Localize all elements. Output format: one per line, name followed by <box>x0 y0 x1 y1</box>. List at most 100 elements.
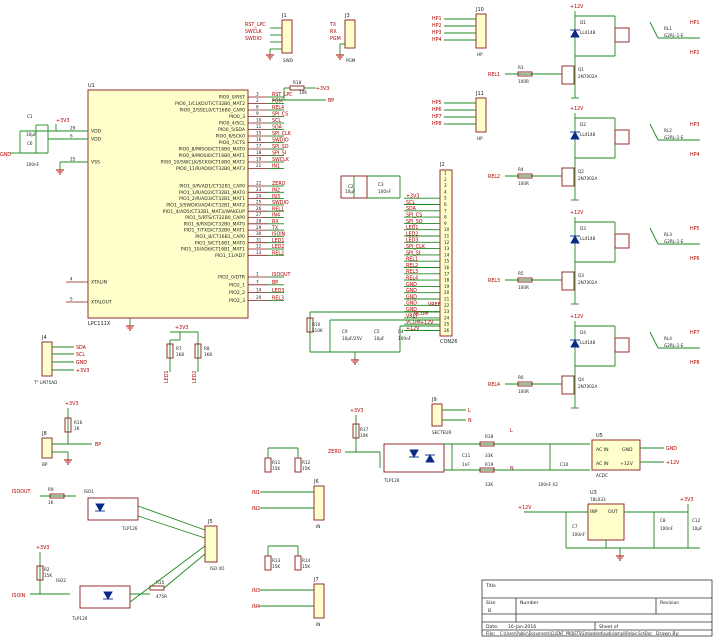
r2-ref: R2 <box>44 567 50 572</box>
relay-hp-a: HP7 <box>690 330 700 336</box>
j2-pin-number: 2 <box>444 177 447 182</box>
input-resistor-b-ref: R12 <box>302 460 311 465</box>
iso2-label: ISO2 <box>56 578 66 583</box>
j2-row-net: SPI_SI <box>406 250 420 256</box>
r9-value: 1K <box>48 500 54 505</box>
relay-diode-icon <box>570 29 580 38</box>
j3-net-pgm: PGM <box>330 36 341 42</box>
j4-ref: J4 <box>41 335 47 341</box>
j11-net-4: HP8 <box>432 121 442 127</box>
u1-right-pin-number: 27 <box>256 212 262 217</box>
decoupling-supply-label: +3V3 <box>56 118 69 124</box>
input-resistor-b-value: 15K <box>302 466 310 471</box>
relay-hp-b: HP6 <box>690 256 700 262</box>
input-resistor-a <box>264 555 272 571</box>
u1-right-net-label: LED3 <box>272 288 284 294</box>
u1-right-net-label: SWCLK <box>272 157 290 163</box>
relay-contact <box>649 21 659 39</box>
j4-name: T° LM75AD <box>33 380 57 385</box>
mains-input: J9 SECTEUR L N L N R18 R19 33K 33K C11 1… <box>431 397 590 487</box>
relay-channel: +12V D2 LL4148 RL2 G2RL-1-E HP3 HP4 R4 100R REL2 Q… <box>488 106 700 201</box>
number-label: Number <box>520 600 539 606</box>
input-net-a: IN3 <box>252 588 260 594</box>
input-net-b: IN2 <box>252 506 260 512</box>
relay-gate-resistor-value: 100R <box>518 79 529 84</box>
hp-connector-j11: J11 HP5 HP6 HP7 HP8 HP <box>432 91 487 141</box>
j10-net-1: HP1 <box>432 16 442 22</box>
j1-net-rst: RST_LPC <box>245 22 266 28</box>
u1-right-pin-number: 25 <box>256 200 262 205</box>
iso2-opto: TLP126 <box>71 616 88 621</box>
size-label: Size <box>486 600 496 606</box>
u1-right-net-label: SWDIO <box>272 138 289 144</box>
isoin-label: ISOIN <box>12 593 26 599</box>
u1-right-pin-number: 14 <box>256 287 262 292</box>
input-resistor-a-value: 15K <box>272 564 280 569</box>
j2-pin-number: 22 <box>444 303 450 308</box>
r2-value: 15K <box>44 573 52 578</box>
sensor-connector-j4: J4 T° LM75AD SDA SCL GND +3V3 <box>33 335 89 385</box>
date-value: 16-Jan-2016 <box>508 624 536 630</box>
j2-pin-number: 17 <box>444 271 450 276</box>
relay-diode-ref: D3 <box>580 226 586 231</box>
input-connectors: R1115KR1215KIN1IN2J6INR1315KR1415KIN3IN4… <box>252 447 325 627</box>
u1-left-pin-name: XTALOUT <box>91 300 112 306</box>
u1-right-pin-name: PIO1_8/CT16B1_CAP0 <box>195 234 245 240</box>
relay-gate-resistor-ref: R3 <box>518 65 524 70</box>
u1-right-net-label: REL1 <box>272 206 284 212</box>
input-resistor-b-ref: R14 <box>302 558 311 563</box>
j2-pin-number: 12 <box>444 240 450 245</box>
u1-left-pin-number: 25 <box>70 157 76 162</box>
u1-left-pin-number: 5 <box>70 297 73 302</box>
relay-diode-ref: D4 <box>580 330 586 335</box>
relay-coil-icon <box>614 129 630 145</box>
leds-supply: +3V3 <box>175 325 188 331</box>
u1-right-net-label: IN1 <box>272 164 280 170</box>
u1-right-net-label: SPI_SO <box>272 144 289 150</box>
r7-value: 1K8 <box>176 352 184 357</box>
u5-pin2: GND <box>622 447 633 453</box>
j2-pin-number: 25 <box>444 322 450 327</box>
relay-part: G2RL-1-E <box>664 343 684 348</box>
title-block: Title Size B Number Revision Date: 16-Ja… <box>481 579 713 637</box>
j11-name: HP <box>477 136 483 141</box>
j3-net-rx: RX <box>330 29 337 35</box>
input-connector-body <box>313 583 325 619</box>
u1-right-pin-number: 20 <box>256 295 262 300</box>
relay-hp-a: HP5 <box>690 226 700 232</box>
j5-ref: J5 <box>207 519 213 525</box>
zero-net: ZERO <box>328 449 342 455</box>
relay-gate-resistor-ref: R5 <box>518 271 524 276</box>
r18-ref: R18 <box>293 80 302 85</box>
r17-ref: R17 <box>360 427 369 432</box>
u1-left-pin-name: VDD <box>91 129 102 135</box>
j10-net-2: HP2 <box>432 23 442 29</box>
c12-ref: C12 <box>692 518 701 523</box>
j2-pin-number: 18 <box>444 278 450 283</box>
u1-left-pin-name: XTALIN <box>91 280 107 286</box>
relay-diode-part: LL4148 <box>580 236 596 241</box>
relay-control-net: REL3 <box>488 278 500 284</box>
u1-right-pin-name: PIO0_11/R/AD0/CT32B0_MAT3 <box>176 166 245 172</box>
relay-mosfet-ref: Q3 <box>578 273 584 278</box>
u1-right-pin-name: PIO2_3 <box>229 298 245 304</box>
u1-right-pin-number: 7 <box>256 280 259 285</box>
u1-right-pin-name: PIO1_3/SWDIO/AD4/CT32B1_MAT2 <box>166 203 245 209</box>
relay-mosfet-icon <box>561 167 575 187</box>
j2-row-net: +3V3 <box>406 194 419 200</box>
u1-right-pin-name: PIO1_6/RXD/CT32B0_MAT0 <box>183 221 245 227</box>
u1-right-pin-number: 18 <box>256 150 262 155</box>
u1-right-pin-name: PIO0_5/SDA <box>218 127 246 133</box>
r10-ref: R10 <box>312 322 321 327</box>
j9-ref: J9 <box>431 397 437 403</box>
relay-supply: +12V <box>570 314 584 320</box>
j9-l: L <box>468 408 471 414</box>
file-label: File: <box>486 631 496 637</box>
j2-pin-number: 8 <box>444 215 447 220</box>
j2-pin-number: 21 <box>444 297 450 302</box>
u1-right-net-label: REL2 <box>272 251 284 257</box>
u1-right-pin-name: PIO0_2/SSEL0/CT16B0_CAP0 <box>180 108 246 114</box>
j3-net-tx: TX <box>329 22 337 28</box>
relay-gate-resistor-value: 100R <box>518 389 529 394</box>
u1-right-pin-number: 16 <box>256 137 262 142</box>
